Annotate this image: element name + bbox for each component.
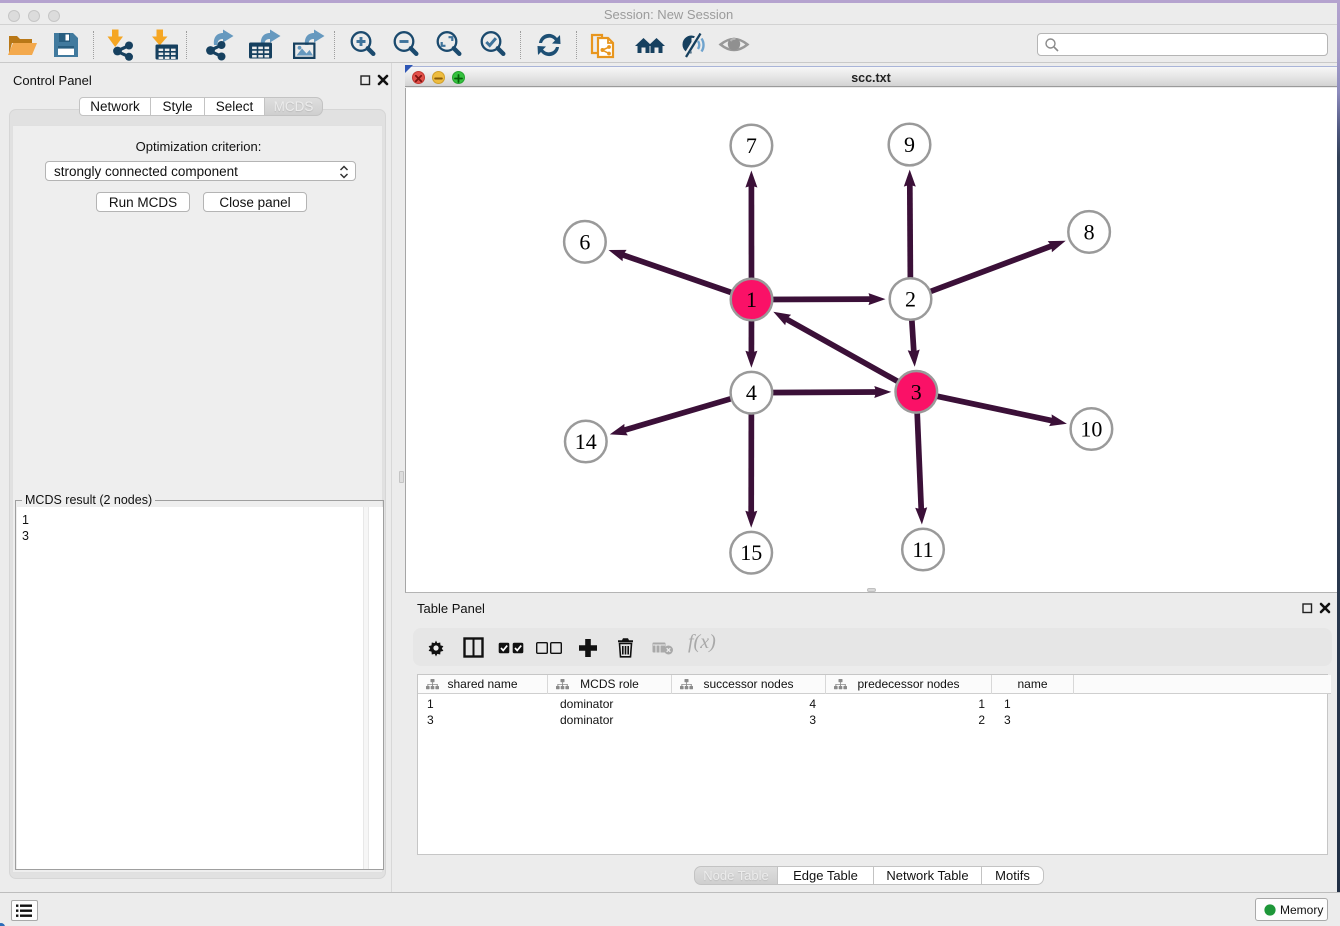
svg-text:2: 2: [905, 287, 916, 312]
svg-text:8: 8: [1084, 219, 1095, 244]
svg-text:3: 3: [911, 379, 922, 404]
svg-text:9: 9: [904, 132, 915, 157]
svg-text:1: 1: [746, 287, 757, 312]
svg-text:4: 4: [746, 380, 757, 405]
svg-text:10: 10: [1080, 417, 1102, 442]
svg-text:15: 15: [740, 540, 762, 565]
svg-text:14: 14: [575, 429, 597, 454]
svg-text:7: 7: [746, 133, 757, 158]
svg-text:6: 6: [579, 229, 590, 254]
svg-text:11: 11: [912, 537, 933, 562]
